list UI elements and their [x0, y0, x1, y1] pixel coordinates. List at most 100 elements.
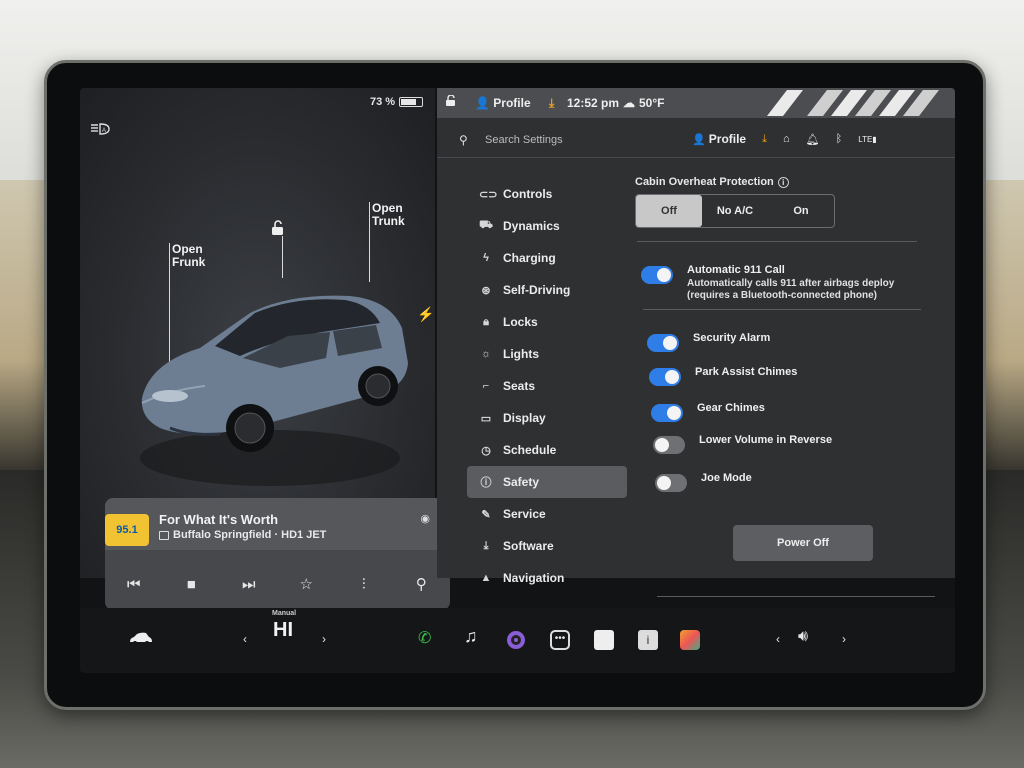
auto-911-label: Automatic 911 Call — [687, 264, 785, 276]
next-track-icon[interactable]: ⏭ — [234, 576, 264, 593]
settings-pane: 👤 Profile ⤓ 12:52 pm ☁ 50°F ⚲ Search Set… — [437, 88, 955, 597]
nav-item-seats[interactable]: ⌐ Seats — [467, 370, 627, 402]
volume-speaker-icon[interactable]: 🔊︎ — [798, 628, 808, 646]
info-icon: ⓘ — [480, 477, 492, 489]
open-trunk-button[interactable]: Open Trunk — [372, 202, 405, 228]
temp-increase-chevron-icon[interactable]: › — [322, 632, 326, 646]
nav-item-self-driving[interactable]: ⊛ Self-Driving — [467, 274, 627, 306]
nav-item-label: Display — [503, 411, 546, 425]
equalizer-icon[interactable]: ⫶ — [349, 576, 379, 593]
driver-temp-setting[interactable]: HI — [273, 619, 293, 642]
nav-item-service[interactable]: ✎ Service — [467, 498, 627, 530]
auto-911-description: Automatically calls 911 after airbags de… — [687, 278, 895, 301]
nav-item-charging[interactable]: ϟ Charging — [467, 242, 627, 274]
bluetooth-icon[interactable]: ᛒ — [836, 133, 843, 145]
toggle-knob — [663, 336, 677, 350]
open-frunk-button[interactable]: Open Frunk — [172, 243, 205, 269]
battery-percent: 73 % — [370, 96, 396, 108]
car-icon: ⛟ — [479, 219, 493, 231]
power-off-button[interactable]: Power Off — [733, 525, 873, 561]
volume-decrease-chevron-icon[interactable]: ‹ — [776, 632, 780, 646]
gear-chimes-toggle[interactable] — [651, 404, 683, 422]
divider — [643, 309, 921, 310]
nav-item-dynamics[interactable]: ⛟ Dynamics — [467, 210, 627, 242]
nav-item-navigation[interactable]: ▲ Navigation — [467, 562, 627, 594]
cabin-overheat-option-no-a-c[interactable]: No A/C — [702, 195, 768, 227]
park-assist-chimes-label: Park Assist Chimes — [695, 366, 798, 378]
lower-volume-in-reverse-toggle[interactable] — [653, 436, 685, 454]
settings-top-icons: 👤 Profile ⤓ ⌂ 🔔︎ ᛒ LTE▮ — [692, 132, 877, 146]
profile-shortcut[interactable]: 👤 Profile — [692, 132, 746, 146]
status-profile[interactable]: 👤 Profile — [475, 96, 531, 110]
auto-911-toggle[interactable] — [641, 266, 673, 284]
profile-shortcut-label: Profile — [708, 132, 747, 146]
sun-icon: ☼ — [480, 348, 492, 360]
lock-status-icon[interactable] — [445, 94, 457, 110]
home-icon[interactable]: ⌂ — [783, 133, 790, 145]
nav-item-schedule[interactable]: ◷ Schedule — [467, 434, 627, 466]
stop-icon[interactable]: ■ — [176, 576, 206, 593]
auto-headlights-icon[interactable]: A — [90, 122, 112, 141]
battery-icon — [399, 97, 424, 107]
nav-item-label: Software — [503, 539, 554, 553]
divider — [637, 241, 917, 242]
battery-indicator: 73 % — [370, 96, 424, 108]
climate-mode-label: Manual — [272, 610, 297, 617]
status-bar: 👤 Profile ⤓ 12:52 pm ☁ 50°F — [437, 88, 955, 118]
unlock-icon[interactable] — [270, 220, 286, 241]
favorite-star-icon[interactable]: ☆ — [291, 575, 321, 593]
camera-icon[interactable] — [506, 630, 526, 655]
song-title: For What It's Worth — [159, 512, 279, 527]
more-apps-icon[interactable]: ••• — [550, 630, 570, 650]
decorative-stripes — [767, 90, 939, 116]
clock-time: 12:52 pm — [567, 96, 620, 110]
manual-icon[interactable]: i — [638, 630, 658, 650]
volume-increase-chevron-icon[interactable]: › — [842, 632, 846, 646]
nav-item-display[interactable]: ▭ Display — [467, 402, 627, 434]
joe-mode-toggle[interactable] — [655, 474, 687, 492]
bell-icon[interactable]: 🔔︎ — [806, 133, 820, 146]
artist-line: Buffalo Springfield · HD1 JET — [159, 529, 326, 541]
cabin-overheat-text: Cabin Overheat Protection — [635, 176, 774, 188]
media-player-card[interactable]: 95.1 For What It's Worth Buffalo Springf… — [105, 498, 450, 610]
nav-item-lights[interactable]: ☼ Lights — [467, 338, 627, 370]
wrench-icon: ✎ — [481, 508, 491, 521]
navigation-icon: ▲ — [480, 572, 492, 584]
nav-item-software[interactable]: ⤓ Software — [467, 530, 627, 562]
settings-search-bar[interactable]: ⚲ Search Settings 👤 Profile ⤓ ⌂ 🔔︎ ᛒ LTE… — [437, 124, 955, 158]
calendar-icon[interactable] — [594, 630, 614, 650]
nav-item-controls[interactable]: ⊂⊃ Controls — [467, 178, 627, 210]
search-input[interactable]: Search Settings — [485, 134, 563, 146]
info-icon[interactable]: i — [777, 177, 789, 188]
nav-item-label: Dynamics — [503, 219, 560, 233]
toggle-knob — [665, 370, 679, 384]
nav-item-label: Seats — [503, 379, 536, 393]
music-icon[interactable]: ♫ — [464, 626, 478, 647]
nav-item-safety[interactable]: ⓘ Safety — [467, 466, 627, 498]
nav-item-label: Self-Driving — [503, 283, 571, 297]
security-alarm-toggle[interactable] — [647, 334, 679, 352]
temp-decrease-chevron-icon[interactable]: ‹ — [243, 632, 247, 646]
toggle-icon: ⊂⊃ — [479, 188, 498, 201]
toggle-knob — [657, 476, 671, 490]
security-alarm-label: Security Alarm — [693, 332, 771, 344]
bottom-dock: ‹ › ✆ ♫ ••• i ‹ 🔊︎ › — [80, 608, 955, 673]
nav-item-locks[interactable]: 🔒︎ Locks — [467, 306, 627, 338]
car-icon[interactable] — [128, 632, 154, 651]
download-icon[interactable]: ⤓ — [762, 133, 767, 146]
cabin-overheat-option-off[interactable]: Off — [636, 195, 702, 227]
station-logo-text: 95.1 — [116, 524, 138, 536]
car-visualization-pane[interactable]: 73 % A Open Frunk Open Trunk ⚡ 95.1 For … — [80, 88, 450, 610]
outside-temperature: 50°F — [639, 96, 665, 110]
hd-radio-icon: ◉ — [420, 513, 430, 525]
svg-text:A: A — [102, 128, 106, 134]
park-assist-chimes-toggle[interactable] — [649, 368, 681, 386]
toggle-knob — [667, 406, 681, 420]
toybox-icon[interactable] — [680, 630, 700, 650]
status-profile-label: Profile — [493, 96, 531, 110]
media-search-icon[interactable]: ⚲ — [406, 575, 436, 593]
settings-nav: ⊂⊃ Controls ⛟ Dynamics ϟ Charging ⊛ Self-Drivin… — [467, 178, 627, 594]
phone-icon[interactable]: ✆ — [418, 628, 431, 648]
cabin-overheat-option-on[interactable]: On — [768, 195, 834, 227]
previous-track-icon[interactable]: ⏮ — [119, 576, 149, 593]
